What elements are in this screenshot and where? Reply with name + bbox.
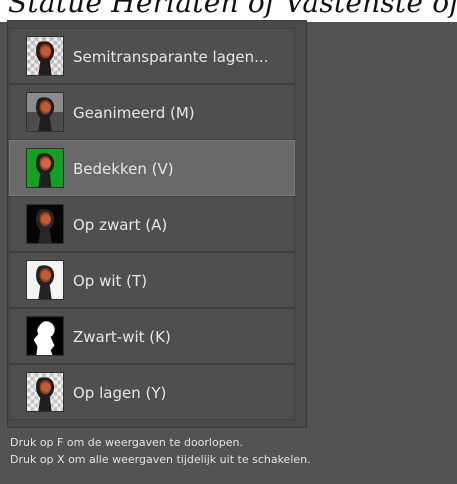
view-item-geanimeerd[interactable]: Geanimeerd (M): [9, 84, 295, 140]
view-item-label: Geanimeerd (M): [73, 104, 195, 122]
view-mode-help: Druk op F om de weergaven te doorlopen. …: [10, 434, 311, 468]
green-overlay-thumbnail-icon: [26, 148, 64, 188]
layers-thumbnail-icon: [26, 372, 64, 412]
view-item-label: Op wit (T): [73, 272, 148, 290]
black-background-thumbnail-icon: [26, 204, 64, 244]
view-item-label: Op lagen (Y): [73, 384, 167, 402]
top-text-fragment: Statue Herlaten of Vastenste of: [8, 0, 457, 19]
view-mode-list: Semitransparante lagen... Geanimeerd (M)…: [9, 28, 295, 424]
view-item-label: Op zwart (A): [73, 216, 168, 234]
top-text-strip: Statue Herlaten of Vastenste of: [0, 0, 457, 22]
view-item-label: Zwart-wit (K): [73, 328, 171, 346]
black-white-mask-thumbnail-icon: [26, 316, 64, 356]
view-item-op-zwart[interactable]: Op zwart (A): [9, 196, 295, 252]
view-item-bedekken[interactable]: Bedekken (V): [9, 140, 295, 196]
help-line-cycle-views: Druk op F om de weergaven te doorlopen.: [10, 436, 243, 449]
view-item-label: Bedekken (V): [73, 160, 174, 178]
view-item-zwart-wit[interactable]: Zwart-wit (K): [9, 308, 295, 364]
view-item-op-lagen[interactable]: Op lagen (Y): [9, 364, 295, 420]
view-item-semitransparante-lagen[interactable]: Semitransparante lagen...: [9, 28, 295, 84]
animated-thumbnail-icon: [26, 92, 64, 132]
view-item-label: Semitransparante lagen...: [73, 48, 269, 66]
white-background-thumbnail-icon: [26, 260, 64, 300]
help-line-disable-views: Druk op X om alle weergaven tijdelijk ui…: [10, 453, 311, 466]
checkerboard-thumbnail-icon: [26, 36, 64, 76]
view-item-op-wit[interactable]: Op wit (T): [9, 252, 295, 308]
